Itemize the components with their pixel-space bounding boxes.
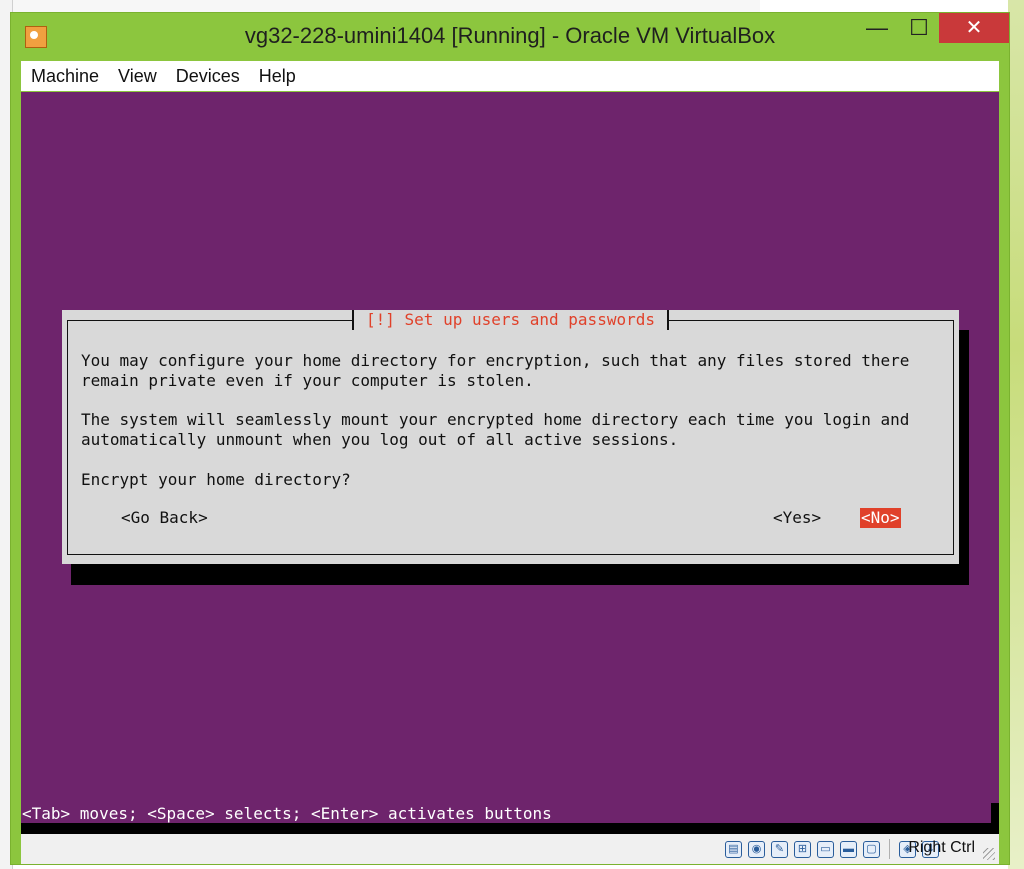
yes-button[interactable]: <Yes> bbox=[773, 508, 821, 528]
device-indicators: ▤ ◉ ✎ ⊞ ▭ ▬ ▢ ◈ ⬇ bbox=[725, 839, 939, 859]
status-bar: ▤ ◉ ✎ ⊞ ▭ ▬ ▢ ◈ ⬇ Right Ctrl bbox=[21, 834, 999, 864]
display-icon[interactable]: ▬ bbox=[840, 840, 857, 858]
menu-view[interactable]: View bbox=[109, 61, 166, 91]
console-help-text: <Tab> moves; <Space> selects; <Enter> ac… bbox=[22, 804, 552, 823]
menu-devices[interactable]: Devices bbox=[167, 61, 249, 91]
maximize-button[interactable]: ☐ bbox=[901, 13, 937, 43]
minimize-button[interactable]: — bbox=[859, 13, 895, 43]
video-capture-icon[interactable]: ▢ bbox=[863, 840, 880, 858]
title-bar[interactable]: vg32-228-umini1404 [Running] - Oracle VM… bbox=[11, 13, 1009, 59]
console-bottom-edge bbox=[21, 823, 999, 834]
dialog-paragraph-1-line-1: You may configure your home directory fo… bbox=[81, 351, 910, 370]
host-key-label: Right Ctrl bbox=[908, 839, 975, 856]
background-window-strip bbox=[0, 0, 760, 12]
dialog-title-wrap: [!] Set up users and passwords bbox=[62, 310, 959, 330]
console-cursor-block bbox=[991, 803, 999, 825]
menu-help[interactable]: Help bbox=[250, 61, 305, 91]
dialog-question: Encrypt your home directory? bbox=[81, 470, 351, 489]
menu-machine[interactable]: Machine bbox=[22, 61, 108, 91]
virtualbox-window: vg32-228-umini1404 [Running] - Oracle VM… bbox=[10, 12, 1010, 865]
status-separator bbox=[889, 839, 890, 859]
usb-icon[interactable]: ✎ bbox=[771, 840, 788, 858]
console-help-bar: <Tab> moves; <Space> selects; <Enter> ac… bbox=[21, 803, 999, 825]
optical-drive-icon[interactable]: ◉ bbox=[748, 840, 765, 858]
hard-disk-icon[interactable]: ▤ bbox=[725, 840, 742, 858]
dialog-paragraph-2-line-2: automatically unmount when you log out o… bbox=[81, 430, 679, 449]
dialog-paragraph-2-line-1: The system will seamlessly mount your en… bbox=[81, 410, 910, 429]
dialog-title: [!] Set up users and passwords bbox=[352, 310, 669, 330]
vm-display[interactable]: [!] Set up users and passwords You may c… bbox=[21, 92, 999, 834]
menu-bar: Machine View Devices Help bbox=[21, 61, 999, 91]
shared-folders-icon[interactable]: ▭ bbox=[817, 840, 834, 858]
network-icon[interactable]: ⊞ bbox=[794, 840, 811, 858]
go-back-button[interactable]: <Go Back> bbox=[121, 508, 208, 528]
resize-grip-icon[interactable] bbox=[983, 848, 995, 860]
no-button[interactable]: <No> bbox=[860, 508, 901, 528]
desktop-wallpaper bbox=[1008, 0, 1024, 869]
dialog-paragraph-1-line-2: remain private even if your computer is … bbox=[81, 371, 534, 390]
close-button[interactable]: ✕ bbox=[939, 13, 1009, 43]
